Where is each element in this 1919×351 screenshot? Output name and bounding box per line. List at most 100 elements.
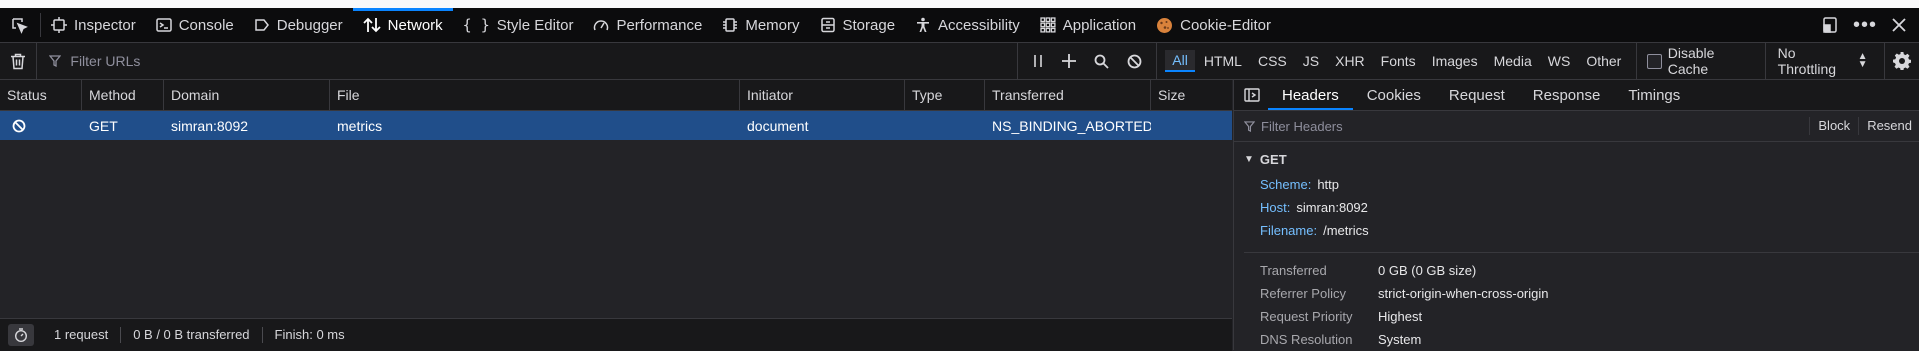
type-filter-all[interactable]: All bbox=[1165, 50, 1195, 72]
status-cell bbox=[0, 111, 82, 140]
column-header-file[interactable]: File bbox=[330, 80, 740, 110]
tab-debugger[interactable]: Debugger bbox=[244, 8, 353, 42]
meta-value: 0 GB (0 GB size) bbox=[1378, 263, 1477, 278]
meta-key: Referrer Policy bbox=[1260, 286, 1346, 301]
tab-cookies[interactable]: Cookies bbox=[1353, 80, 1435, 110]
type-filter-fonts[interactable]: Fonts bbox=[1374, 51, 1423, 71]
application-icon bbox=[1040, 17, 1056, 33]
url-part-key: Filename: bbox=[1260, 223, 1318, 238]
type-filter-media[interactable]: Media bbox=[1487, 51, 1539, 71]
meta-request-priority-row: Request Priority Highest bbox=[1234, 305, 1919, 328]
tab-label: Style Editor bbox=[496, 16, 574, 34]
clear-button[interactable] bbox=[0, 43, 38, 79]
disable-cache-checkbox[interactable] bbox=[1647, 53, 1662, 69]
headers-filter[interactable]: Filter Headers bbox=[1234, 119, 1809, 134]
element-picker-button[interactable] bbox=[0, 13, 41, 37]
tab-memory[interactable]: Memory bbox=[712, 8, 809, 42]
more-icon: ••• bbox=[1852, 13, 1877, 36]
network-actions bbox=[1017, 43, 1156, 79]
throttling-select[interactable]: No Throttling ▲ ▼ bbox=[1764, 43, 1880, 79]
tab-response[interactable]: Response bbox=[1519, 80, 1615, 110]
column-header-type[interactable]: Type bbox=[905, 80, 985, 110]
url-part-value: simran:8092 bbox=[1296, 200, 1368, 215]
trash-icon bbox=[11, 53, 26, 69]
cookie-icon bbox=[1157, 17, 1173, 33]
tab-inspector[interactable]: Inspector bbox=[41, 8, 146, 42]
filter-urls-input[interactable] bbox=[68, 52, 873, 70]
memory-icon bbox=[723, 18, 738, 32]
type-filter-js[interactable]: JS bbox=[1296, 51, 1326, 71]
network-toolbar: All HTML CSS JS XHR Fonts Images Media W… bbox=[0, 43, 1919, 80]
tab-label: Inspector bbox=[74, 16, 136, 34]
type-cell bbox=[905, 111, 985, 140]
add-request-button[interactable] bbox=[1062, 54, 1077, 68]
column-header-transferred[interactable]: Transferred bbox=[985, 80, 1151, 110]
accessibility-icon bbox=[917, 17, 930, 32]
element-picker-icon bbox=[12, 18, 28, 34]
transferred-summary: 0 B / 0 B transferred bbox=[121, 327, 263, 343]
network-settings-button[interactable] bbox=[1883, 43, 1919, 79]
request-type-filters: All HTML CSS JS XHR Fonts Images Media W… bbox=[1156, 43, 1628, 79]
throttling-value: No Throttling bbox=[1777, 45, 1837, 77]
plus-icon bbox=[1062, 54, 1077, 68]
inspector-icon bbox=[51, 17, 67, 33]
tab-accessibility[interactable]: Accessibility bbox=[905, 8, 1030, 42]
column-header-initiator[interactable]: Initiator bbox=[740, 80, 905, 110]
tab-application[interactable]: Application bbox=[1030, 8, 1146, 42]
disable-cache-toggle[interactable]: Disable Cache bbox=[1636, 43, 1764, 79]
type-filter-images[interactable]: Images bbox=[1425, 51, 1485, 71]
column-header-status[interactable]: Status bbox=[0, 80, 82, 110]
more-options-button[interactable]: ••• bbox=[1853, 14, 1877, 37]
meta-value: Highest bbox=[1378, 309, 1423, 324]
storage-icon bbox=[820, 17, 835, 33]
tab-network[interactable]: Network bbox=[352, 8, 453, 42]
pause-button[interactable] bbox=[1032, 54, 1044, 68]
filter-icon bbox=[1244, 120, 1255, 132]
table-row[interactable]: GET simran:8092 metrics document NS_BIND… bbox=[0, 111, 1232, 140]
column-header-size[interactable]: Size bbox=[1151, 80, 1232, 110]
tab-headers[interactable]: Headers bbox=[1268, 80, 1353, 110]
type-filter-html[interactable]: HTML bbox=[1197, 51, 1249, 71]
search-button[interactable] bbox=[1094, 54, 1109, 69]
tab-console[interactable]: Console bbox=[146, 8, 244, 42]
tab-cookie-editor[interactable]: Cookie-Editor bbox=[1146, 8, 1281, 42]
gear-icon bbox=[1892, 52, 1911, 70]
resend-button[interactable]: Resend bbox=[1858, 117, 1919, 135]
tab-label: Memory bbox=[745, 16, 800, 34]
tab-timings[interactable]: Timings bbox=[1614, 80, 1694, 110]
meta-key: Request Priority bbox=[1260, 309, 1353, 324]
toggle-sidebar-button[interactable] bbox=[1234, 80, 1268, 110]
debugger-icon bbox=[255, 19, 269, 31]
type-filter-xhr[interactable]: XHR bbox=[1328, 51, 1372, 71]
window-top-strip bbox=[0, 0, 1919, 8]
pause-icon bbox=[1034, 55, 1043, 67]
size-cell bbox=[1151, 111, 1232, 140]
block-button[interactable]: Block bbox=[1809, 117, 1858, 135]
file-cell: metrics bbox=[337, 117, 383, 134]
column-header-domain[interactable]: Domain bbox=[164, 80, 330, 110]
filter-headers-placeholder: Filter Headers bbox=[1261, 118, 1343, 134]
url-filter bbox=[37, 52, 959, 70]
filter-icon bbox=[49, 55, 62, 67]
console-icon bbox=[155, 18, 172, 32]
url-filename-row: Filename: /metrics bbox=[1234, 219, 1919, 242]
transferred-cell: NS_BINDING_ABORTED bbox=[992, 117, 1151, 134]
type-filter-css[interactable]: CSS bbox=[1251, 51, 1294, 71]
type-filter-ws[interactable]: WS bbox=[1541, 51, 1578, 71]
request-method-title: GET bbox=[1259, 152, 1287, 167]
performance-icon bbox=[594, 20, 609, 31]
tab-style-editor[interactable]: { } Style Editor bbox=[453, 8, 584, 42]
column-header-method[interactable]: Method bbox=[82, 80, 164, 110]
close-devtools-button[interactable] bbox=[1891, 17, 1907, 33]
tab-performance[interactable]: Performance bbox=[583, 8, 712, 42]
block-requests-button[interactable] bbox=[1127, 54, 1142, 69]
request-section-header[interactable]: ▼ GET bbox=[1234, 142, 1919, 173]
type-filter-other[interactable]: Other bbox=[1579, 51, 1628, 71]
tab-request[interactable]: Request bbox=[1435, 80, 1519, 110]
sidebar-toggle-icon bbox=[1244, 88, 1260, 102]
initiator-cell: document bbox=[747, 117, 809, 134]
dock-toggle-button[interactable] bbox=[1821, 16, 1839, 34]
tab-storage[interactable]: Storage bbox=[810, 8, 906, 42]
performance-analysis-button[interactable] bbox=[8, 324, 34, 346]
block-icon bbox=[1127, 54, 1142, 68]
